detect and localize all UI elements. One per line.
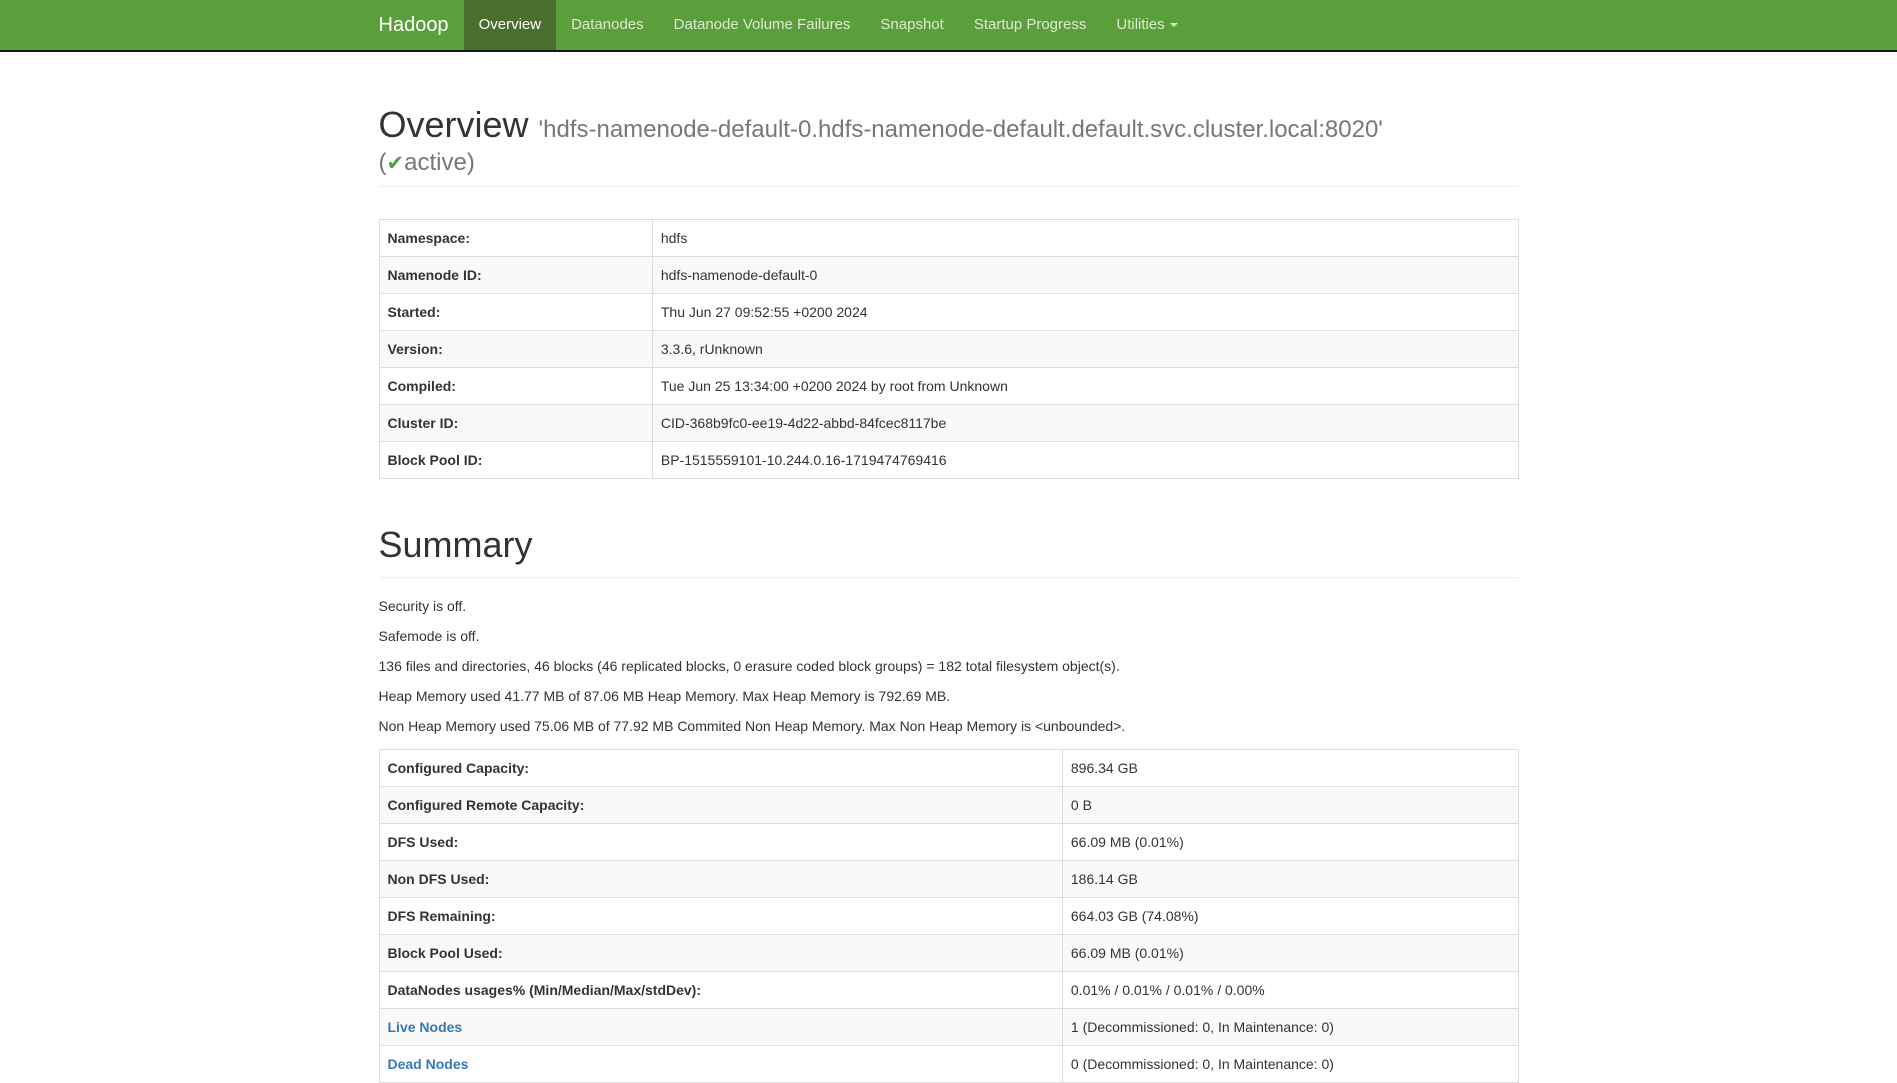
table-row: DataNodes usages% (Min/Median/Max/stdDev… [379, 971, 1518, 1008]
row-value-cell: 896.34 GB [1062, 749, 1518, 786]
nav-item-startup-progress: Startup Progress [959, 0, 1102, 50]
summary-line: Non Heap Memory used 75.06 MB of 77.92 M… [379, 717, 1519, 737]
namenode-address: 'hdfs-namenode-default-0.hdfs-namenode-d… [539, 116, 1383, 143]
summary-paragraphs: Security is off. Safemode is off. 136 fi… [379, 597, 1519, 737]
row-value-cell: hdfs [652, 219, 1518, 256]
cluster-info-table: Namespace: hdfs Namenode ID: hdfs-nameno… [379, 219, 1519, 479]
row-label-cell: Configured Capacity: [379, 749, 1062, 786]
row-label-cell: Compiled: [379, 367, 652, 404]
caret-down-icon [1170, 23, 1178, 27]
row-value-cell: 1 (Decommissioned: 0, In Maintenance: 0) [1062, 1008, 1518, 1045]
nav-item-overview: Overview [464, 0, 557, 50]
nav-item-snapshot: Snapshot [865, 0, 958, 50]
main-content: Overview'hdfs-namenode-default-0.hdfs-na… [364, 105, 1534, 1083]
row-label-cell: Non DFS Used: [379, 860, 1062, 897]
row-value-cell: CID-368b9fc0-ee19-4d22-abbd-84fcec8117be [652, 404, 1518, 441]
row-label-cell: Namenode ID: [379, 256, 652, 293]
nav-item-utilities: Utilities [1101, 0, 1192, 50]
row-label-cell: Dead Nodes [379, 1045, 1062, 1082]
row-label-cell: Started: [379, 293, 652, 330]
table-row: Live Nodes 1 (Decommissioned: 0, In Main… [379, 1008, 1518, 1045]
summary-metrics-table: Configured Capacity: 896.34 GB Configure… [379, 749, 1519, 1083]
table-row: Block Pool ID: BP-1515559101-10.244.0.16… [379, 441, 1518, 478]
summary-heading: Summary [379, 525, 1519, 565]
row-label-cell: DataNodes usages% (Min/Median/Max/stdDev… [379, 971, 1062, 1008]
summary-line: Safemode is off. [379, 627, 1519, 647]
row-label-cell: DFS Remaining: [379, 897, 1062, 934]
row-label-cell: Configured Remote Capacity: [379, 786, 1062, 823]
row-label-cell: Namespace: [379, 219, 652, 256]
row-label-cell: DFS Used: [379, 823, 1062, 860]
table-row: Block Pool Used: 66.09 MB (0.01%) [379, 934, 1518, 971]
namenode-status: (✔active) [379, 150, 1519, 176]
table-row: Non DFS Used: 186.14 GB [379, 860, 1518, 897]
nav-item-datanodes: Datanodes [556, 0, 659, 50]
active-check-icon: ✔ [387, 152, 405, 175]
table-row: Configured Capacity: 896.34 GB [379, 749, 1518, 786]
row-label-cell: Cluster ID: [379, 404, 652, 441]
row-value-cell: 66.09 MB (0.01%) [1062, 823, 1518, 860]
row-value-cell: Thu Jun 27 09:52:55 +0200 2024 [652, 293, 1518, 330]
divider [379, 186, 1519, 187]
table-row: Version: 3.3.6, rUnknown [379, 330, 1518, 367]
table-row: DFS Used: 66.09 MB (0.01%) [379, 823, 1518, 860]
table-row: DFS Remaining: 664.03 GB (74.08%) [379, 897, 1518, 934]
top-navbar: Hadoop Overview Datanodes Datanode Volum… [0, 0, 1897, 52]
page-title: Overview'hdfs-namenode-default-0.hdfs-na… [379, 105, 1519, 176]
nav-item-datanode-volume-failures: Datanode Volume Failures [659, 0, 866, 50]
hadoop-brand-link[interactable]: Hadoop [379, 0, 464, 50]
row-value-cell: 0 B [1062, 786, 1518, 823]
summary-line: 136 files and directories, 46 blocks (46… [379, 657, 1519, 677]
table-row: Cluster ID: CID-368b9fc0-ee19-4d22-abbd-… [379, 404, 1518, 441]
table-row: Configured Remote Capacity: 0 B [379, 786, 1518, 823]
divider [379, 577, 1519, 578]
table-row: Compiled: Tue Jun 25 13:34:00 +0200 2024… [379, 367, 1518, 404]
table-row: Namenode ID: hdfs-namenode-default-0 [379, 256, 1518, 293]
row-label-cell: Block Pool ID: [379, 441, 652, 478]
row-value-cell: BP-1515559101-10.244.0.16-1719474769416 [652, 441, 1518, 478]
summary-line: Security is off. [379, 597, 1519, 617]
row-value-cell: Tue Jun 25 13:34:00 +0200 2024 by root f… [652, 367, 1518, 404]
navbar-container: Hadoop Overview Datanodes Datanode Volum… [364, 0, 1534, 50]
row-label-cell: Block Pool Used: [379, 934, 1062, 971]
summary-line: Heap Memory used 41.77 MB of 87.06 MB He… [379, 687, 1519, 707]
overview-heading: Overview'hdfs-namenode-default-0.hdfs-na… [379, 105, 1519, 176]
row-value-cell: 3.3.6, rUnknown [652, 330, 1518, 367]
row-label-cell: Version: [379, 330, 652, 367]
row-label-cell: Live Nodes [379, 1008, 1062, 1045]
row-value-cell: 186.14 GB [1062, 860, 1518, 897]
row-value-cell: hdfs-namenode-default-0 [652, 256, 1518, 293]
row-value-cell: 664.03 GB (74.08%) [1062, 897, 1518, 934]
table-row: Started: Thu Jun 27 09:52:55 +0200 2024 [379, 293, 1518, 330]
table-row: Namespace: hdfs [379, 219, 1518, 256]
table-row: Dead Nodes 0 (Decommissioned: 0, In Main… [379, 1045, 1518, 1082]
row-value-cell: 0.01% / 0.01% / 0.01% / 0.00% [1062, 971, 1518, 1008]
navbar-menu: Overview Datanodes Datanode Volume Failu… [464, 0, 1193, 50]
row-value-cell: 66.09 MB (0.01%) [1062, 934, 1518, 971]
row-value-cell: 0 (Decommissioned: 0, In Maintenance: 0) [1062, 1045, 1518, 1082]
